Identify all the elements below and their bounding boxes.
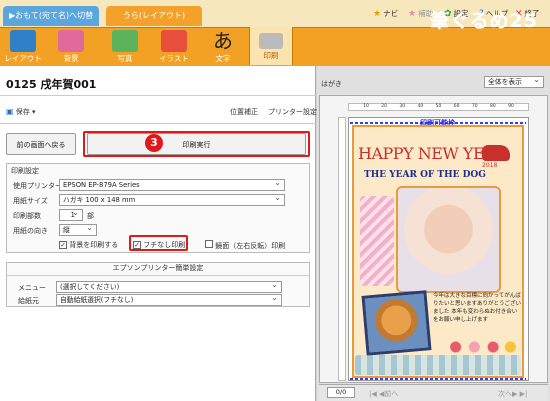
copies-label: 印刷部数	[13, 212, 41, 220]
background-icon	[58, 30, 84, 52]
card-subtitle: THE YEAR OF THE DOG	[364, 170, 486, 180]
checkbox-unchecked-icon	[205, 240, 213, 248]
card-message: 今年は大きな目標に向かってがんばりたいと思いますありがとうございました 本年も変…	[433, 293, 521, 323]
save-menu[interactable]: ▣ 保存 ▾	[6, 107, 36, 117]
horizontal-ruler: 10 20 30 40 50 60 70 80 90	[348, 103, 529, 111]
last-page-icon: ▶|	[519, 390, 528, 398]
printer-settings-link[interactable]: プリンター設定	[268, 107, 317, 117]
page-indicator: 0/0	[327, 387, 355, 398]
pink-decoration	[360, 196, 394, 286]
print-execute-button[interactable]: 印刷実行	[87, 133, 306, 155]
tool-background[interactable]: 背景	[50, 27, 92, 65]
navi-menu[interactable]: ★ ナビ	[373, 9, 398, 19]
first-page-icon: |◀	[369, 390, 377, 398]
dog-photo	[361, 290, 432, 356]
mirror-print-checkbox[interactable]: 鏡面（左右反転）印刷	[205, 240, 285, 251]
printer-select[interactable]: EPSON EP-879A Series	[59, 178, 285, 191]
position-correction-link[interactable]: 位置補正	[230, 107, 258, 117]
epson-settings-heading: エプソンプリンター簡単設定	[6, 263, 310, 276]
dog-silhouette-icon	[482, 145, 510, 161]
orientation-select[interactable]: 縦	[59, 223, 97, 236]
printer-icon	[259, 33, 283, 49]
back-button[interactable]: 前の画面へ戻る	[6, 133, 76, 155]
epson-menu-label: メニュー	[18, 284, 46, 292]
document-title: 0125 戌年賀001	[6, 78, 97, 91]
copies-stepper[interactable]: 1	[59, 208, 83, 221]
checkbox-checked-icon: ✓	[133, 241, 141, 249]
tool-photo[interactable]: 写真	[104, 27, 146, 65]
epson-menu-select[interactable]: (選択してください)	[56, 280, 282, 293]
printer-label: 使用プリンター	[13, 182, 62, 190]
step-badge: 3	[145, 134, 163, 152]
tool-text[interactable]: あ文字	[202, 27, 244, 65]
tool-illustration[interactable]: イラスト	[153, 27, 195, 65]
paper-feed-select[interactable]: 自動給紙選択(フチなし)	[56, 293, 282, 306]
tab-front-address[interactable]: ▶おもて(宛て名)へ切替	[3, 6, 99, 26]
star-gray-icon: ★	[408, 9, 417, 19]
copies-unit: 部	[87, 212, 94, 220]
printable-frame-bottom-line	[350, 378, 526, 380]
paper-size-label: 用紙サイズ	[13, 197, 48, 205]
paper-size-select[interactable]: ハガキ 100 x 148 mm	[59, 193, 285, 206]
paper-type-label: はがき	[321, 80, 342, 88]
baby-photo	[396, 186, 501, 293]
wave-pattern	[355, 355, 521, 375]
layout-icon	[10, 30, 36, 52]
card-year: 2018	[482, 162, 498, 169]
checkbox-checked-icon: ✓	[59, 241, 67, 249]
star-icon: ★	[373, 9, 382, 19]
brush-text-icon: あ	[213, 29, 233, 53]
tool-layout[interactable]: レイアウト	[2, 27, 44, 65]
vertical-ruler	[338, 117, 346, 381]
card-title: HAPPY NEW YEAR	[358, 144, 507, 163]
zoom-select[interactable]: 全体を表示	[484, 75, 544, 88]
save-icon: ▣	[6, 107, 14, 116]
paper-feed-label: 給紙元	[18, 297, 39, 305]
tab-back-layout[interactable]: うら(レイアウト)	[106, 6, 202, 26]
next-page-button[interactable]: 次へ▶ ▶|	[498, 389, 527, 399]
photo-icon	[112, 30, 138, 52]
tool-print[interactable]: 印刷	[249, 27, 293, 65]
watermelon-icon	[161, 30, 187, 52]
orientation-label: 用紙の向き	[13, 227, 48, 235]
flower-decoration	[447, 340, 519, 354]
brand-logo: 筆ぐるめ25	[429, 10, 538, 32]
print-settings-heading: 印刷設定	[11, 167, 39, 175]
print-background-checkbox[interactable]: ✓ 背景を印刷する	[59, 240, 118, 250]
borderless-checkbox[interactable]: ✓ フチなし印刷	[133, 240, 185, 250]
prev-page-button[interactable]: |◀ ◀前へ	[369, 389, 398, 399]
